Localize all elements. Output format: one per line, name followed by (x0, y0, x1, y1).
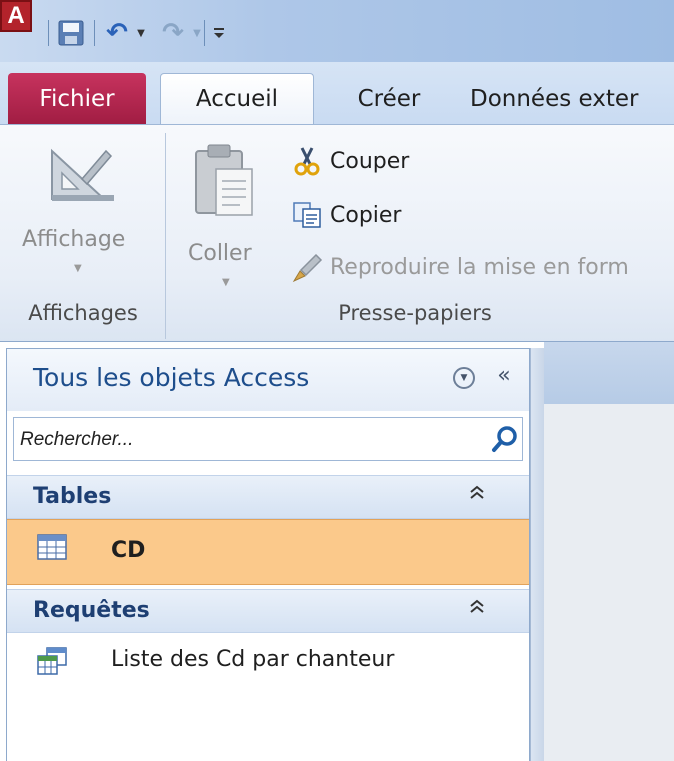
save-icon[interactable] (56, 18, 86, 48)
toolbar-separator (48, 20, 49, 46)
section-header-tables[interactable]: Tables (7, 475, 529, 519)
ribbon-home: Affichage ▼ Affichages Coller ▼ Couper C… (0, 124, 674, 342)
document-tab-bar (544, 342, 674, 404)
ribbon-tabs: Fichier Accueil Créer Données exter (0, 62, 674, 124)
collapse-section-icon[interactable] (469, 484, 485, 507)
customize-qat-icon[interactable] (208, 18, 230, 48)
nav-pane-header[interactable]: Tous les objets Access ▼ « (7, 349, 529, 411)
group-label-views: Affichages (28, 301, 138, 325)
nav-pane-splitter[interactable] (530, 348, 544, 761)
section-title: Tables (33, 484, 112, 509)
paintbrush-icon (290, 251, 324, 283)
redo-icon[interactable]: ↷ (158, 18, 188, 48)
format-painter-label: Reproduire la mise en form (330, 254, 629, 280)
format-painter-button[interactable]: Reproduire la mise en form (290, 247, 629, 287)
cut-button[interactable]: Couper (290, 141, 409, 181)
tab-file[interactable]: Fichier (8, 73, 146, 124)
view-button[interactable]: Affichage ▼ (22, 135, 130, 295)
copy-label: Copier (330, 202, 402, 228)
undo-dropdown-icon[interactable]: ▼ (134, 18, 148, 48)
query-icon (37, 647, 67, 675)
paste-button-label: Coller (188, 241, 252, 266)
nav-item-query[interactable]: Liste des Cd par chanteur (7, 633, 529, 689)
section-title: Requêtes (33, 598, 150, 623)
search-icon[interactable] (490, 424, 520, 454)
nav-menu-dropdown-icon[interactable]: ▼ (453, 367, 475, 389)
nav-pane-title: Tous les objets Access (33, 363, 310, 392)
search-box (13, 417, 523, 461)
paste-button[interactable]: Coller ▼ (184, 135, 268, 295)
section-header-queries[interactable]: Requêtes (7, 589, 529, 633)
redo-dropdown-icon[interactable]: ▼ (190, 18, 204, 48)
view-button-label: Affichage (22, 227, 126, 252)
group-separator (165, 133, 166, 339)
workspace-area (544, 348, 674, 761)
navigation-pane: Tous les objets Access ▼ « Tables (6, 348, 530, 761)
copy-button[interactable]: Copier (290, 195, 401, 235)
undo-icon[interactable]: ↶ (102, 18, 132, 48)
nav-item-table-cd[interactable]: CD (7, 519, 529, 585)
cut-label: Couper (330, 148, 410, 174)
collapse-section-icon[interactable] (469, 598, 485, 621)
chevron-down-icon: ▼ (74, 263, 82, 274)
nav-item-label: Liste des Cd par chanteur (111, 647, 395, 672)
tab-external-data[interactable]: Données exter (470, 73, 674, 124)
table-icon (37, 534, 67, 560)
nav-item-label: CD (111, 538, 146, 563)
view-icon (51, 148, 114, 201)
quick-access-toolbar: A ↶ ▼ ↷ ▼ (0, 0, 674, 62)
group-label-clipboard: Presse-papiers (338, 301, 492, 325)
search-input[interactable] (18, 423, 478, 457)
tab-create[interactable]: Créer (334, 73, 444, 124)
access-app-icon[interactable]: A (0, 0, 32, 32)
paste-icon (195, 144, 253, 216)
toolbar-separator (94, 20, 95, 46)
collapse-pane-icon[interactable]: « (491, 363, 517, 391)
tab-home[interactable]: Accueil (160, 73, 314, 124)
toolbar-separator (204, 20, 205, 46)
copy-icon (290, 199, 324, 231)
chevron-down-icon: ▼ (222, 277, 230, 288)
scissors-icon (290, 145, 324, 177)
